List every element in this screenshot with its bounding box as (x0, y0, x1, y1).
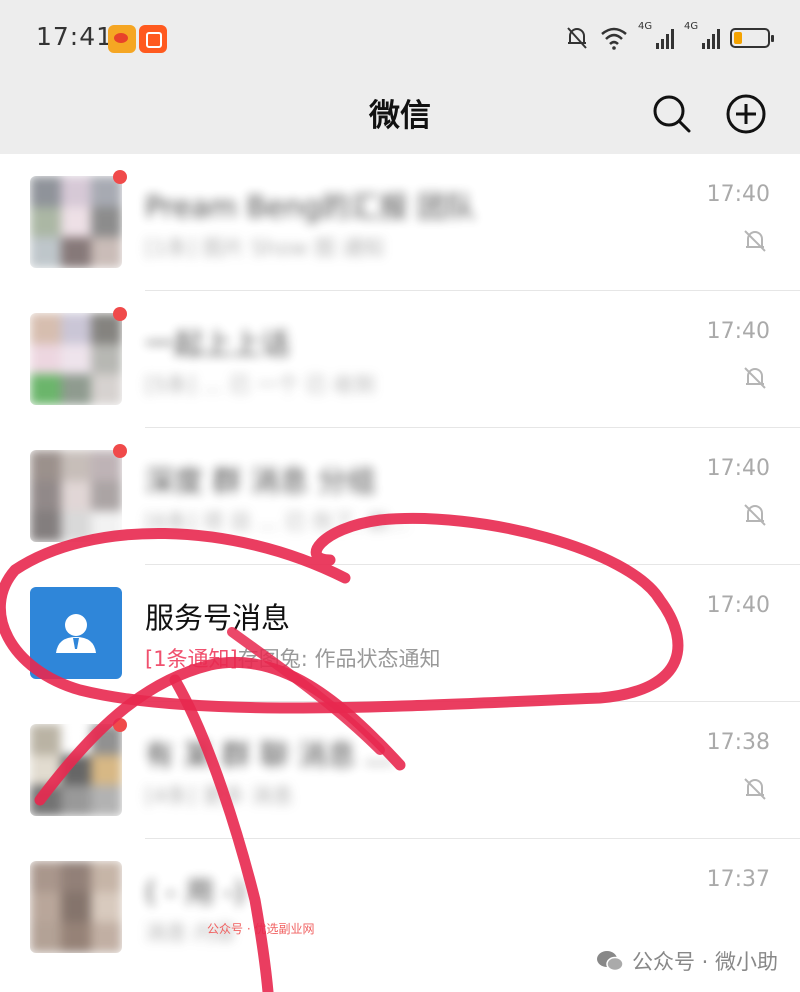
chat-preview: [1条] 图片 Show 图 通知 (145, 236, 385, 260)
chat-item[interactable]: 有 某 群 聊 消息 ... [4条] 更多 消息 17:38 (0, 702, 800, 839)
chat-time: 17:37 (706, 867, 770, 892)
kuaishou-notification-icon (139, 25, 167, 53)
signal-icon-2: 4G (684, 21, 720, 49)
unread-dot (113, 718, 127, 732)
network-label-2: 4G (684, 21, 699, 32)
wechat-official-mark: 公众号 · 微小助 (596, 946, 778, 976)
group-avatar (30, 313, 122, 405)
signal-icon-1: 4G (638, 21, 674, 49)
system-icons: 4G 4G (564, 21, 774, 54)
group-avatar (30, 176, 122, 268)
chat-list: Pream Beng的汇报 团队 [1条] 图片 Show 图 通知 17:40… (0, 154, 800, 976)
mute-icon (744, 367, 766, 389)
mute-bell-icon (567, 27, 587, 49)
group-avatar (30, 724, 122, 816)
chat-name: Pream Beng的汇报 团队 (145, 190, 476, 224)
battery-level (734, 32, 742, 44)
wifi-icon (601, 27, 627, 50)
chat-preview: [5条] ... 已 一个 已 收到 (145, 373, 376, 397)
battery-icon (730, 28, 774, 48)
unread-dot (113, 307, 127, 321)
chat-time: 17:38 (706, 730, 770, 755)
mute-icon (744, 230, 766, 252)
chat-name: 服务号消息 (145, 601, 291, 635)
chat-time: 17:40 (706, 182, 770, 207)
contact-avatar (30, 861, 122, 953)
chat-preview: [6条] 项 目 ... 已 伤了, 啟... (145, 510, 409, 534)
chat-item[interactable]: Pream Beng的汇报 团队 [1条] 图片 Show 图 通知 17:40 (0, 154, 800, 291)
person-icon (56, 614, 96, 653)
wechat-logo-icon (596, 951, 624, 972)
unread-dot (113, 444, 127, 458)
mute-icon (744, 778, 766, 800)
chat-name: 深度 群 消息 分组 (145, 464, 376, 498)
chat-name: 一起上上话 (145, 327, 291, 361)
chat-item[interactable]: 一起上上话 [5条] ... 已 一个 已 收到 17:40 (0, 291, 800, 428)
status-time: 17:41 (36, 22, 114, 51)
mute-icon (744, 504, 766, 526)
plus-circle-icon[interactable] (724, 92, 768, 136)
unread-dot (113, 170, 127, 184)
chat-time: 17:40 (706, 593, 770, 618)
chat-item-service-messages[interactable]: 服务号消息 [1条通知]存图兔: 作品状态通知 17:40 (0, 565, 800, 702)
chat-time: 17:40 (706, 319, 770, 344)
group-avatar (30, 450, 122, 542)
notification-tag: [1条通知] (145, 647, 238, 671)
preview-text: 存图兔: 作品状态通知 (237, 647, 441, 671)
chat-preview: [4条] 更多 消息 (145, 784, 294, 808)
nav-bar: 微信 (0, 76, 800, 154)
chat-name: ( - 用 -) (145, 875, 246, 909)
service-account-avatar (30, 587, 122, 679)
weibo-notification-icon (108, 25, 136, 53)
chat-time: 17:40 (706, 456, 770, 481)
chat-preview: [1条通知]存图兔: 作品状态通知 (145, 643, 441, 673)
status-bar: 17:41 4G 4G (0, 0, 800, 76)
chat-name: 有 某 群 聊 消息 ... (145, 738, 393, 772)
search-icon[interactable] (650, 92, 694, 136)
wechat-mark-text: 公众号 · 微小助 (631, 950, 778, 974)
watermark-text: 公众号 · 优选副业网 (207, 922, 315, 936)
chat-item[interactable]: 深度 群 消息 分组 [6条] 项 目 ... 已 伤了, 啟... 17:40 (0, 428, 800, 565)
network-label-1: 4G (638, 21, 653, 32)
